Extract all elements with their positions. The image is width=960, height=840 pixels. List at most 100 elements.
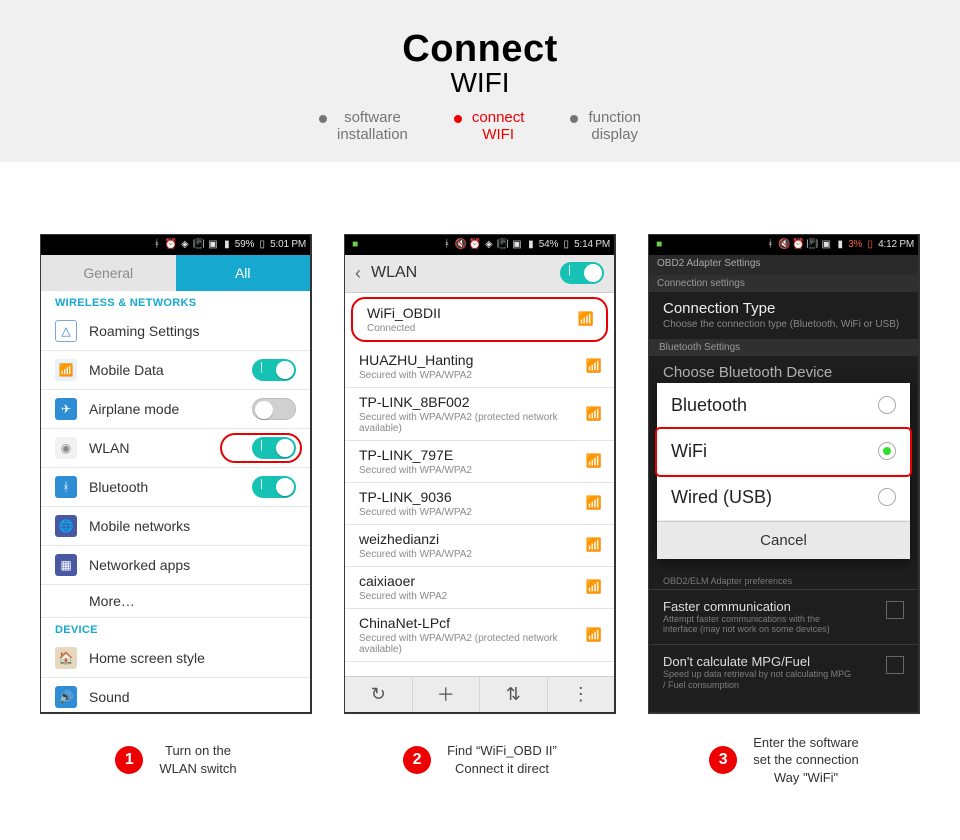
signal-icon: ▮	[525, 239, 537, 251]
network-name: TP-LINK_797E	[359, 447, 600, 463]
nav-step-connect-wifi[interactable]: connectWIFI	[454, 109, 525, 144]
row-wlan[interactable]: ◉ WLAN	[41, 429, 310, 468]
wifi-signal-icon: 📶	[586, 627, 602, 643]
phone-2: ■ ᚼ 🔇 ⏰ ◈ 📳 ▣ ▮ 54% ▯ 5:14 PM ‹ WLAN WiF…	[344, 234, 616, 714]
row-label: Sound	[89, 689, 129, 705]
row-airplane-mode[interactable]: ✈ Airplane mode	[41, 390, 310, 429]
row-sound[interactable]: 🔊 Sound	[41, 678, 310, 714]
row-label: Home screen style	[89, 650, 205, 666]
bluetooth-icon: ᚼ	[151, 239, 163, 251]
nav-step-software[interactable]: softwareinstallation	[319, 109, 408, 144]
nav-step-function-display[interactable]: functiondisplay	[570, 109, 641, 144]
network-item[interactable]: TP-LINK_9036 Secured with WPA/WPA2 📶	[345, 483, 614, 525]
status-time: 4:12 PM	[878, 239, 914, 250]
network-item[interactable]: caixiaoer Secured with WPA2 📶	[345, 567, 614, 609]
row-mobile-data[interactable]: 📶 Mobile Data	[41, 351, 310, 390]
row-label: Roaming Settings	[89, 323, 200, 339]
overflow-menu-button[interactable]: ⋮	[548, 677, 615, 712]
wlan-toggle[interactable]	[252, 437, 296, 459]
section-wireless-networks: WIRELESS & NETWORKS	[41, 291, 310, 312]
row-label: Airplane mode	[89, 401, 179, 417]
network-item[interactable]: weizhedianzi Secured with WPA/WPA2 📶	[345, 525, 614, 567]
row-bluetooth[interactable]: ᚼ Bluetooth	[41, 468, 310, 507]
signal-icon: ▮	[834, 239, 846, 251]
dot-icon	[319, 115, 327, 123]
obd2-settings-header: OBD2 Adapter Settings	[649, 255, 918, 275]
battery-pct: 54%	[539, 239, 558, 250]
battery-pct: 59%	[235, 239, 254, 250]
row-mobile-networks[interactable]: 🌐 Mobile networks	[41, 507, 310, 546]
wlan-title: WLAN	[371, 264, 550, 282]
option-wifi[interactable]: WiFi	[657, 429, 910, 475]
data-icon: ▣	[511, 239, 523, 251]
network-status: Secured with WPA2	[359, 591, 600, 602]
network-status: Secured with WPA/WPA2 (protected network…	[359, 412, 600, 434]
caption-line: set the connection	[753, 752, 859, 767]
caption-line: Way "WiFi"	[774, 770, 838, 785]
option-bluetooth[interactable]: Bluetooth	[657, 383, 910, 429]
network-name: HUAZHU_Hanting	[359, 352, 600, 368]
data-icon: ▣	[207, 239, 219, 251]
adapter-prefs-label: OBD2/ELM Adapter preferences	[649, 573, 918, 589]
settings-tabs: General All	[41, 255, 310, 291]
battery-pct: 3%	[848, 239, 862, 250]
hero-title: Connect	[0, 28, 960, 71]
phone-3: ■ ᚼ 🔇 ⏰ 📳 ▣ ▮ 3% ▯ 4:12 PM OBD2 Adapter …	[648, 234, 920, 714]
row-label: WLAN	[89, 440, 129, 456]
mobile-data-toggle[interactable]	[252, 359, 296, 381]
network-status: Secured with WPA/WPA2	[359, 549, 600, 560]
network-item[interactable]: TP-LINK_8BF002 Secured with WPA/WPA2 (pr…	[345, 388, 614, 441]
choose-bt-title: Choose Bluetooth Device	[663, 364, 904, 381]
row-more[interactable]: More…	[41, 585, 310, 618]
option-label: Wired (USB)	[671, 487, 772, 508]
airplane-toggle[interactable]	[252, 398, 296, 420]
status-time: 5:14 PM	[574, 239, 610, 250]
radio-icon	[878, 488, 896, 506]
row-dont-calculate-mpg[interactable]: Don't calculate MPG/Fuel Speed up data r…	[649, 644, 918, 700]
row-roaming-settings[interactable]: △ Roaming Settings	[41, 312, 310, 351]
phones-row: ᚼ ⏰ ◈ 📳 ▣ ▮ 59% ▯ 5:01 PM General All WI…	[0, 162, 960, 714]
network-item[interactable]: HUAZHU_Hanting Secured with WPA/WPA2 📶	[345, 346, 614, 388]
tab-all[interactable]: All	[176, 255, 311, 291]
row-home-screen-style[interactable]: 🏠 Home screen style	[41, 639, 310, 678]
mobile-networks-icon: 🌐	[55, 515, 77, 537]
wlan-master-toggle[interactable]	[560, 262, 604, 284]
bluetooth-toggle[interactable]	[252, 476, 296, 498]
nav-step3-l1: function	[588, 109, 641, 126]
network-item[interactable]: TP-LINK_797E Secured with WPA/WPA2 📶	[345, 441, 614, 483]
caption-line: WLAN switch	[159, 761, 236, 776]
wps-button[interactable]: ⇅	[480, 677, 548, 712]
refresh-button[interactable]: ↻	[345, 677, 413, 712]
connection-type-title: Connection Type	[663, 300, 904, 317]
mpg-desc: Speed up data retrieval by not calculati…	[663, 669, 853, 691]
wifi-signal-icon: 📶	[586, 406, 602, 422]
faster-checkbox[interactable]	[886, 601, 904, 619]
network-item[interactable]: ChinaNet-LPcf Secured with WPA/WPA2 (pro…	[345, 609, 614, 662]
option-wired-usb[interactable]: Wired (USB)	[657, 475, 910, 521]
row-networked-apps[interactable]: ▦ Networked apps	[41, 546, 310, 585]
network-name: TP-LINK_8BF002	[359, 394, 600, 410]
row-connection-type[interactable]: Connection Type Choose the connection ty…	[649, 292, 918, 340]
vibrate-icon: 📳	[806, 239, 818, 251]
network-wifi-obdii[interactable]: WiFi_OBDII Connected 📶	[351, 297, 608, 342]
phone-1-screen: ᚼ ⏰ ◈ 📳 ▣ ▮ 59% ▯ 5:01 PM General All WI…	[40, 234, 312, 714]
status-time: 5:01 PM	[270, 239, 306, 250]
vibrate-icon: 📳	[497, 239, 509, 251]
nav-step2-l2: WIFI	[482, 126, 514, 143]
battery-icon: ▯	[560, 239, 572, 251]
data-icon: ▣	[820, 239, 832, 251]
steps-nav: softwareinstallation connectWIFI functio…	[0, 109, 960, 144]
row-faster-communication[interactable]: Faster communication Attempt faster comm…	[649, 589, 918, 645]
cancel-button[interactable]: Cancel	[657, 521, 910, 559]
connection-settings-label: Connection settings	[649, 275, 918, 292]
back-icon[interactable]: ‹	[355, 263, 361, 284]
mpg-checkbox[interactable]	[886, 656, 904, 674]
nav-step3-l2: display	[591, 126, 638, 143]
connection-type-dialog: Bluetooth WiFi Wired (USB) Cancel	[657, 383, 910, 559]
tab-general[interactable]: General	[41, 255, 176, 291]
home-icon: 🏠	[55, 647, 77, 669]
network-status: Secured with WPA/WPA2 (protected network…	[359, 633, 600, 655]
wlan-bottom-bar: ↻ ＋ ⇅ ⋮	[345, 676, 614, 712]
row-label: Mobile networks	[89, 518, 190, 534]
add-network-button[interactable]: ＋	[413, 677, 481, 712]
